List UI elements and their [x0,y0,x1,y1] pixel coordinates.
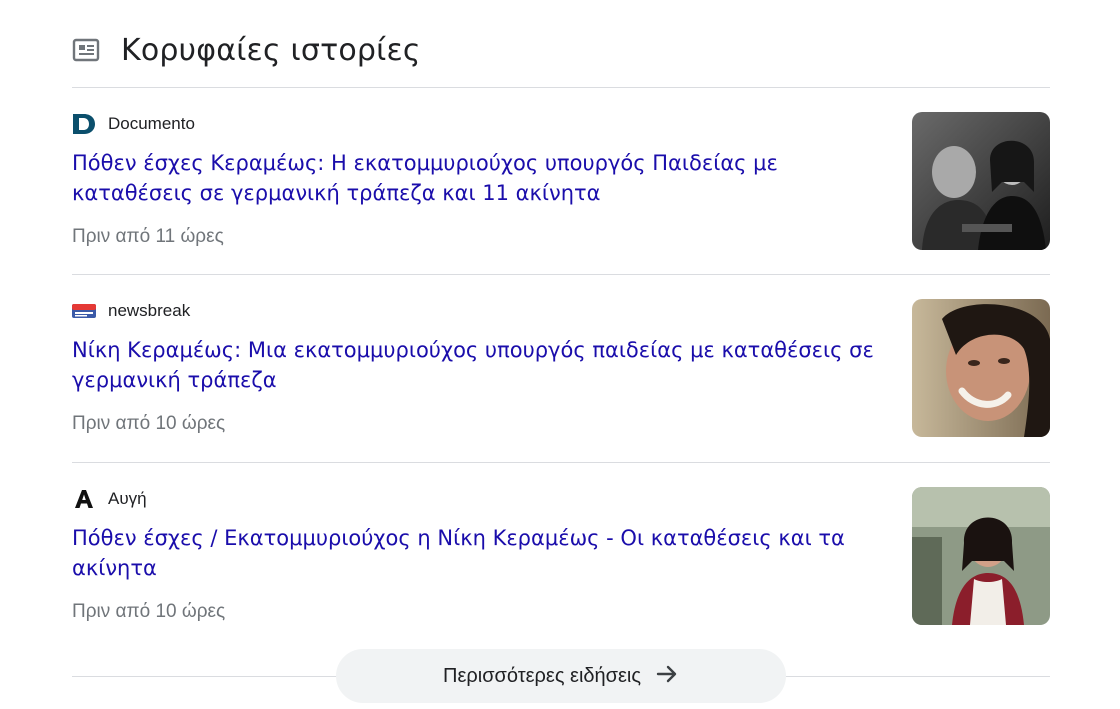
story-headline-link[interactable]: Πόθεν έσχες Κεραμέως: Η εκατομμυριούχος … [72,148,882,208]
divider [72,274,1050,275]
story-source: Αυγή [72,487,147,511]
divider [72,462,1050,463]
story-time: Πριν από 10 ώρες [72,413,226,434]
story-item[interactable]: newsbreak Νίκη Κεραμέως: Μια εκατομμυριο… [72,299,1050,449]
avgi-logo-icon [72,487,96,511]
story-thumbnail[interactable] [912,299,1050,437]
source-name: Documento [108,114,195,133]
source-name: newsbreak [108,301,191,320]
story-thumbnail[interactable] [912,112,1050,250]
story-headline-link[interactable]: Νίκη Κεραμέως: Μια εκατομμυριούχος υπουρ… [72,335,882,395]
divider [72,87,1050,88]
story-time: Πριν από 11 ώρες [72,226,224,247]
story-source: newsbreak [72,299,190,323]
story-item[interactable]: Αυγή Πόθεν έσχες / Εκατομμυριούχος η Νίκ… [72,487,1050,637]
newsbreak-logo-icon [72,299,96,323]
story-source: Documento [72,112,195,136]
story-headline-link[interactable]: Πόθεν έσχες / Εκατομμυριούχος η Νίκη Κερ… [72,523,882,583]
newspaper-icon [72,35,102,65]
documento-logo-icon [72,112,96,136]
story-time: Πριν από 10 ώρες [72,601,226,622]
more-news-label: Περισσότερες ειδήσεις [443,664,641,687]
section-title: Κορυφαίες ιστορίες [121,32,421,68]
top-stories-page: Κορυφαίες ιστορίες Documento Πόθεν έσχες… [0,0,1120,709]
arrow-right-icon [655,662,679,691]
section-header: Κορυφαίες ιστορίες [72,28,421,72]
more-news-button[interactable]: Περισσότερες ειδήσεις [336,649,786,703]
story-item[interactable]: Documento Πόθεν έσχες Κεραμέως: Η εκατομ… [72,112,1050,262]
source-name: Αυγή [108,489,147,508]
story-thumbnail[interactable] [912,487,1050,625]
